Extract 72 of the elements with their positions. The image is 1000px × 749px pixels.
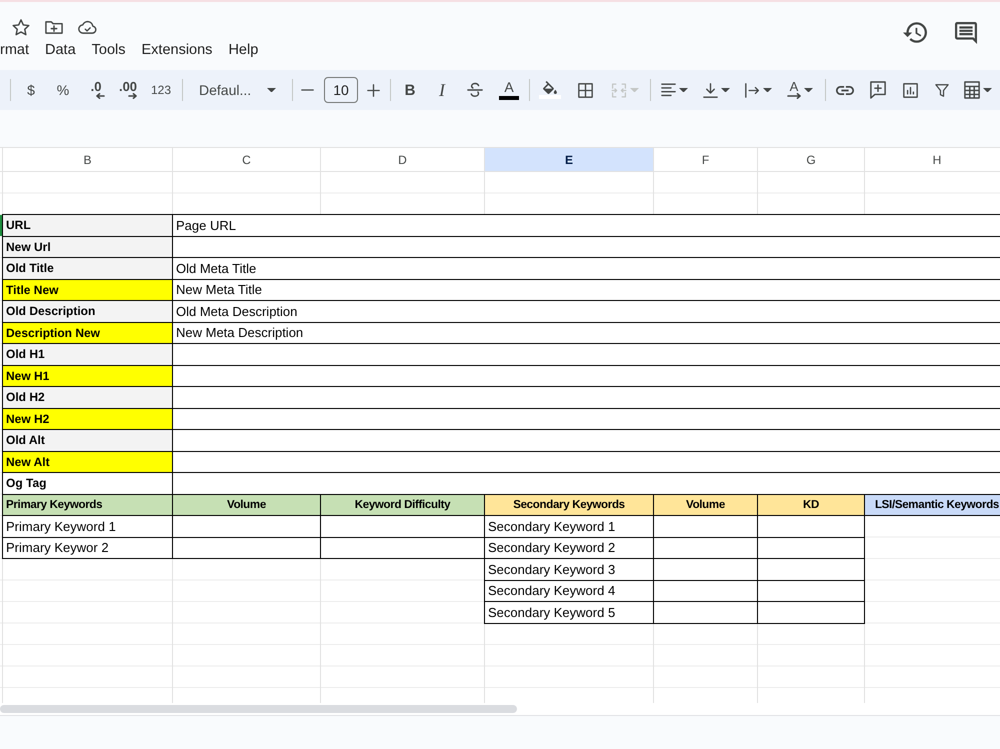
- caret-icon: [678, 88, 688, 92]
- arrow-left-icon: [96, 93, 105, 99]
- merge-icon: [611, 82, 627, 98]
- field-label: URL: [3, 215, 172, 236]
- menu-item[interactable]: Extensions: [142, 42, 212, 58]
- menu-item[interactable]: Data: [45, 42, 76, 58]
- percent-button[interactable]: %: [49, 76, 77, 104]
- folder-icon[interactable]: [45, 20, 63, 34]
- table-cell: Secondary Keyword 2: [485, 538, 653, 558]
- arrow-down-bar-icon: [702, 82, 718, 98]
- arrow-right-icon: [787, 93, 801, 99]
- table-cell: Primary Keywor 2: [3, 538, 172, 558]
- table-icon: [964, 81, 980, 99]
- align-left-icon: [660, 83, 676, 97]
- field-label: New Alt: [3, 452, 172, 472]
- link-icon: [836, 86, 854, 94]
- comment-icon[interactable]: [955, 22, 977, 44]
- field-label: New H2: [3, 408, 172, 429]
- caret-icon: [267, 88, 276, 92]
- column-heading: Secondary Keywords: [485, 494, 653, 515]
- field-label: Old H2: [3, 387, 172, 408]
- column-heading: KD: [758, 494, 864, 515]
- menu-item[interactable]: Help: [228, 42, 258, 58]
- field-label: Old H1: [3, 344, 172, 364]
- text-color-button[interactable]: A: [495, 76, 523, 104]
- borders-icon: [578, 82, 592, 98]
- column-heading: Keyword Difficulty: [321, 494, 484, 515]
- field-value: New Meta Description: [173, 322, 1000, 343]
- filter-icon: [935, 84, 949, 96]
- arrow-right-icon: [128, 93, 137, 99]
- column-heading: LSI/Semantic Keywords: [865, 494, 1000, 515]
- column-header[interactable]: E: [485, 148, 653, 171]
- field-label: Description New: [3, 322, 172, 343]
- field-value: New Meta Title: [173, 280, 1000, 300]
- field-label: Title New: [3, 280, 172, 300]
- color-swatch-icon: [499, 96, 519, 100]
- text-rotation-button[interactable]: A: [782, 76, 818, 104]
- caret-icon: [983, 88, 992, 92]
- menu-item[interactable]: rmat: [0, 42, 29, 58]
- italic-button[interactable]: I: [428, 76, 456, 104]
- field-label: Old Alt: [3, 430, 172, 450]
- font-select[interactable]: Defaul...: [191, 76, 284, 104]
- column-heading: Volume: [173, 494, 320, 515]
- plus-icon: [366, 84, 380, 96]
- table-cell: Secondary Keyword 4: [485, 580, 653, 601]
- history-icon[interactable]: [903, 22, 927, 43]
- number-format-button[interactable]: 123: [146, 76, 176, 104]
- field-label: New Url: [3, 236, 172, 257]
- paint-bucket-icon: [543, 81, 557, 94]
- chart-icon: [902, 82, 918, 98]
- bold-button[interactable]: B: [396, 76, 424, 104]
- caret-icon: [762, 88, 772, 92]
- column-heading: Volume: [654, 494, 757, 515]
- column-heading: Primary Keywords: [3, 494, 172, 515]
- decrease-decimal-button[interactable]: .0: [82, 76, 110, 104]
- minus-icon: [300, 89, 314, 91]
- currency-button[interactable]: $: [17, 76, 45, 104]
- field-label: New H1: [3, 366, 172, 386]
- bar-arrow-icon: [744, 82, 760, 98]
- field-label: Old Description: [3, 301, 172, 322]
- strikethrough-icon: [467, 82, 483, 98]
- caret-icon: [720, 88, 730, 92]
- font-size-field[interactable]: 10: [324, 77, 358, 103]
- star-icon[interactable]: [12, 18, 30, 36]
- increase-decimal-button[interactable]: .00: [114, 76, 142, 104]
- caret-icon: [630, 88, 639, 92]
- comment-plus-icon: [870, 81, 886, 99]
- field-label: Old Title: [3, 258, 172, 278]
- cloud-check-icon[interactable]: [78, 20, 97, 34]
- caret-icon: [804, 88, 813, 92]
- menu-item[interactable]: Tools: [92, 42, 126, 58]
- scrollbar[interactable]: [0, 705, 517, 713]
